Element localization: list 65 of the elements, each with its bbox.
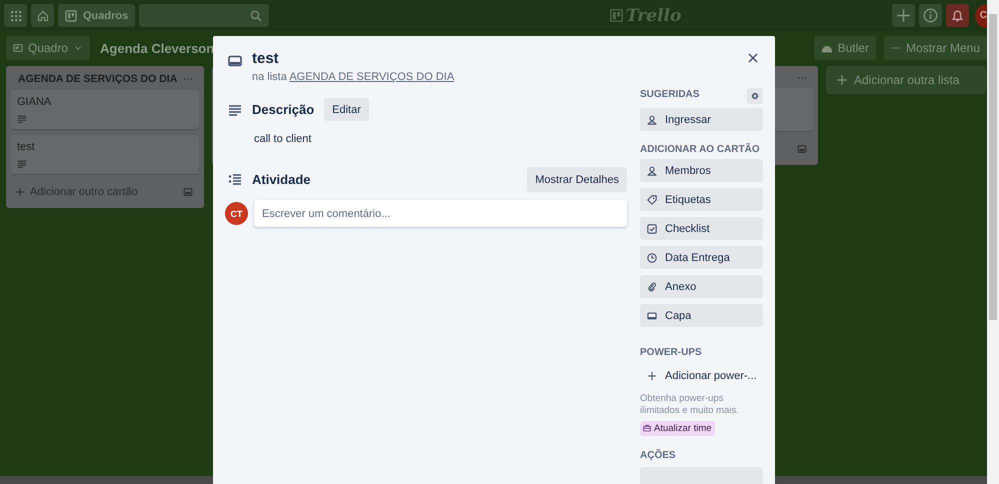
description-icon	[17, 159, 27, 169]
sidebar-button[interactable]: Etiquetas	[640, 188, 763, 211]
sidebar-button[interactable]: Membros	[640, 159, 763, 182]
sidebar-button[interactable]: Checklist	[640, 217, 763, 240]
description-icon	[228, 102, 242, 116]
activity-icon	[228, 172, 242, 186]
notifications-button[interactable]	[946, 4, 969, 27]
card-title: GIANA	[17, 96, 52, 108]
grid-icon	[10, 10, 22, 22]
clock-icon	[647, 252, 657, 262]
home-button[interactable]	[31, 4, 54, 27]
plus-icon	[15, 187, 25, 197]
join-button[interactable]: Ingressar	[640, 108, 763, 131]
list-link[interactable]: AGENDA DE SERVIÇOS DO DIA	[289, 71, 454, 83]
board-icon	[65, 10, 77, 22]
search-icon	[250, 10, 262, 22]
card-icon	[647, 310, 657, 320]
plus-icon	[896, 8, 911, 23]
close-icon	[747, 52, 759, 64]
comment-input[interactable]: Escrever um comentário...	[254, 200, 627, 227]
card-title: test	[17, 141, 36, 153]
board-icon	[13, 43, 23, 53]
info-button[interactable]	[919, 4, 942, 27]
vertical-scrollbar[interactable]	[987, 0, 999, 484]
list-info: na lista AGENDA DE SERVIÇOS DO DIA	[252, 71, 454, 83]
settings-button[interactable]	[747, 88, 763, 104]
checkbox-icon	[647, 224, 657, 234]
info-icon	[923, 8, 938, 23]
user-avatar: CT	[225, 202, 248, 225]
power-ups-note: Obtenha power-ups ilimitados e muito mais.	[640, 393, 740, 418]
list-card[interactable]	[773, 88, 813, 131]
upgrade-button[interactable]: Atualizar time	[640, 420, 715, 436]
board-title[interactable]: Agenda Cleverson	[100, 40, 214, 56]
logo-icon	[610, 9, 623, 22]
tag-icon	[647, 194, 657, 204]
briefcase-icon	[643, 424, 651, 432]
description-text[interactable]: call to client	[254, 133, 627, 145]
plus-icon	[647, 370, 657, 380]
edit-button[interactable]: Editar	[324, 98, 369, 121]
sidebar-button[interactable]: Data Entrega	[640, 246, 763, 269]
section-heading: SUGERIDAS	[640, 88, 700, 100]
create-button[interactable]	[892, 4, 915, 27]
card-icon	[228, 54, 242, 68]
show-details-button[interactable]: Mostrar Detalhes	[527, 167, 627, 192]
person-icon	[647, 114, 657, 124]
user-avatar[interactable]: C	[975, 4, 987, 28]
settings-icon	[750, 91, 760, 101]
sidebar-button[interactable]: Capa	[640, 304, 763, 327]
apps-button[interactable]	[4, 4, 27, 27]
add-power-up-button[interactable]: Adicionar power-...	[640, 364, 763, 387]
section-heading: AÇÕES	[640, 450, 677, 461]
home-icon	[36, 10, 48, 22]
plus-icon	[836, 74, 848, 86]
section-heading: POWER-UPS	[640, 347, 703, 358]
sidebar-button[interactable]: Anexo	[640, 275, 763, 298]
search-field[interactable]	[139, 4, 270, 27]
person-icon	[647, 166, 657, 176]
section-heading: ADICIONAR AO CARTÃO	[640, 144, 761, 155]
section-heading: Descrição	[252, 102, 314, 117]
section-heading: Atividade	[252, 172, 311, 187]
paperclip-icon	[647, 282, 657, 292]
template-icon[interactable]	[183, 187, 193, 197]
description-icon	[17, 114, 27, 124]
card-title[interactable]: test	[252, 50, 454, 67]
template-icon[interactable]	[797, 144, 807, 154]
